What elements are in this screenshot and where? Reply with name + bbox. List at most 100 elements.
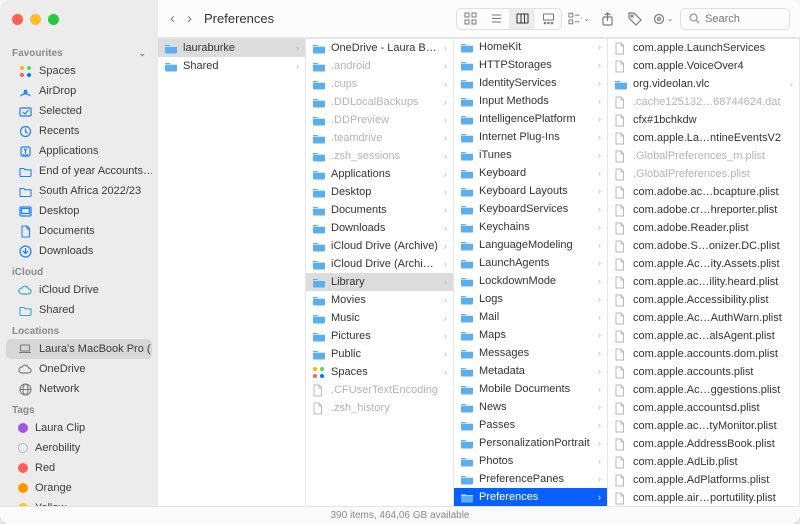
file-row[interactable]: com.adobe.ac…bcapture.plist [608, 183, 799, 201]
file-row[interactable]: PersonalizationPortrait› [454, 434, 607, 452]
sidebar-item[interactable]: AirDrop [6, 81, 152, 101]
sidebar-item[interactable]: Red [6, 458, 152, 478]
file-row[interactable]: Movies› [306, 291, 453, 309]
group-by-button[interactable]: ⌄ [568, 8, 590, 30]
file-row[interactable]: IntelligencePlatform› [454, 110, 607, 128]
file-row[interactable]: com.apple.accountsd.plist [608, 399, 799, 417]
file-row[interactable]: LanguageModeling› [454, 236, 607, 254]
file-row[interactable]: com.apple.AddressBook.plist [608, 435, 799, 453]
file-row[interactable]: LaunchAgents› [454, 254, 607, 272]
file-row[interactable]: KeyboardServices› [454, 200, 607, 218]
file-row[interactable]: iCloud Drive (Archive)› [306, 237, 453, 255]
file-row[interactable]: com.apple.ac…tyMonitor.plist [608, 417, 799, 435]
sidebar-item[interactable]: Laura's MacBook Pro (… [6, 339, 152, 359]
tag-button[interactable] [624, 8, 646, 30]
file-row[interactable]: com.adobe.S…onizer.DC.plist [608, 237, 799, 255]
action-button[interactable]: ⌄ [652, 8, 674, 30]
file-row[interactable]: com.apple.air…portutility.plist [608, 489, 799, 506]
file-row[interactable]: Mobile Documents› [454, 380, 607, 398]
zoom-window-button[interactable] [48, 14, 59, 25]
sidebar-item[interactable]: Applications [6, 141, 152, 161]
file-row[interactable]: lauraburke› [158, 39, 305, 57]
file-row[interactable]: com.apple.accounts.dom.plist [608, 345, 799, 363]
file-row[interactable]: News› [454, 398, 607, 416]
forward-button[interactable]: › [187, 10, 192, 27]
search-input[interactable] [705, 13, 781, 25]
back-button[interactable]: ‹ [170, 10, 175, 27]
file-row[interactable]: HomeKit› [454, 39, 607, 56]
file-row[interactable]: HTTPStorages› [454, 56, 607, 74]
sidebar-item[interactable]: Aerobility [6, 438, 152, 458]
file-row[interactable]: PreferencePanes› [454, 470, 607, 488]
file-row[interactable]: Shared› [158, 57, 305, 75]
file-row[interactable]: Metadata› [454, 362, 607, 380]
file-row[interactable]: LockdownMode› [454, 272, 607, 290]
file-row[interactable]: Documents› [306, 201, 453, 219]
file-row[interactable]: Applications› [306, 165, 453, 183]
sidebar-item[interactable]: Shared [6, 300, 152, 320]
file-row[interactable]: Spaces› [306, 363, 453, 381]
sidebar-item[interactable]: Desktop [6, 201, 152, 221]
file-row[interactable]: Keyboard Layouts› [454, 182, 607, 200]
file-row[interactable]: com.apple.AdPlatforms.plist [608, 471, 799, 489]
file-row[interactable]: com.adobe.cr…hreporter.plist [608, 201, 799, 219]
file-row[interactable]: Mail› [454, 308, 607, 326]
file-row[interactable]: .zsh_history [306, 399, 453, 417]
sidebar-item[interactable]: Spaces [6, 61, 152, 81]
file-row[interactable]: Music› [306, 309, 453, 327]
icon-view-button[interactable] [457, 8, 483, 30]
file-row[interactable]: .android› [306, 57, 453, 75]
gallery-view-button[interactable] [535, 8, 561, 30]
column-view-button[interactable] [509, 8, 535, 30]
sidebar-item[interactable]: Yellow [6, 498, 152, 506]
file-row[interactable]: com.apple.AdLib.plist [608, 453, 799, 471]
file-row[interactable]: .teamdrive› [306, 129, 453, 147]
file-row[interactable]: .zsh_sessions› [306, 147, 453, 165]
sidebar-item[interactable]: South Africa 2022/23 [6, 181, 152, 201]
file-row[interactable]: com.apple.Accessibility.plist [608, 291, 799, 309]
file-row[interactable]: com.adobe.Reader.plist [608, 219, 799, 237]
file-row[interactable]: com.apple.La…ntineEventsV2 [608, 129, 799, 147]
file-row[interactable]: iCloud Drive (Archive) - 1› [306, 255, 453, 273]
file-row[interactable]: Messages› [454, 344, 607, 362]
file-row[interactable]: Input Methods› [454, 92, 607, 110]
sidebar-item[interactable]: Network [6, 379, 152, 399]
file-row[interactable]: .GlobalPreferences.plist [608, 165, 799, 183]
column-1[interactable]: OneDrive - Laura Burke›.android›.cups›.D… [306, 39, 454, 506]
file-row[interactable]: com.apple.ac…ility.heard.plist [608, 273, 799, 291]
file-row[interactable]: OneDrive - Laura Burke› [306, 39, 453, 57]
file-row[interactable]: .DDLocalBackups› [306, 93, 453, 111]
search-field[interactable] [680, 8, 790, 30]
column-2[interactable]: Fonts›FrontBoard›GameKit›Google›Group Co… [454, 39, 608, 506]
file-row[interactable]: Keychains› [454, 218, 607, 236]
file-row[interactable]: Maps› [454, 326, 607, 344]
file-row[interactable]: com.apple.VoiceOver4 [608, 57, 799, 75]
list-view-button[interactable] [483, 8, 509, 30]
sidebar-item[interactable]: Selected [6, 101, 152, 121]
file-row[interactable]: .DDPreview› [306, 111, 453, 129]
file-row[interactable]: Preferences› [454, 488, 607, 506]
file-row[interactable]: Pictures› [306, 327, 453, 345]
file-row[interactable]: Photos› [454, 452, 607, 470]
close-window-button[interactable] [12, 14, 23, 25]
sidebar-item[interactable]: End of year Accounts… [6, 161, 152, 181]
file-row[interactable]: com.apple.Ac…AuthWarn.plist [608, 309, 799, 327]
file-row[interactable]: .CFUserTextEncoding [306, 381, 453, 399]
file-row[interactable]: Downloads› [306, 219, 453, 237]
sidebar-item[interactable]: Orange [6, 478, 152, 498]
file-row[interactable]: .cache125132…68744624.dat [608, 93, 799, 111]
column-0[interactable]: lauraburke›Shared› [158, 39, 306, 506]
column-3[interactable]: com.apple.LaunchServicescom.apple.VoiceO… [608, 39, 800, 506]
file-row[interactable]: IdentityServices› [454, 74, 607, 92]
file-row[interactable]: .GlobalPreferences_m.plist [608, 147, 799, 165]
sidebar-item[interactable]: OneDrive [6, 359, 152, 379]
share-button[interactable] [596, 8, 618, 30]
file-row[interactable]: Internet Plug-Ins› [454, 128, 607, 146]
file-row[interactable]: Passes› [454, 416, 607, 434]
file-row[interactable]: cfx#1bchkdw [608, 111, 799, 129]
file-row[interactable]: org.videolan.vlc› [608, 75, 799, 93]
file-row[interactable]: Public› [306, 345, 453, 363]
file-row[interactable]: com.apple.ac…alsAgent.plist [608, 327, 799, 345]
file-row[interactable]: com.apple.Ac…ggestions.plist [608, 381, 799, 399]
file-row[interactable]: com.apple.Ac…ity.Assets.plist [608, 255, 799, 273]
